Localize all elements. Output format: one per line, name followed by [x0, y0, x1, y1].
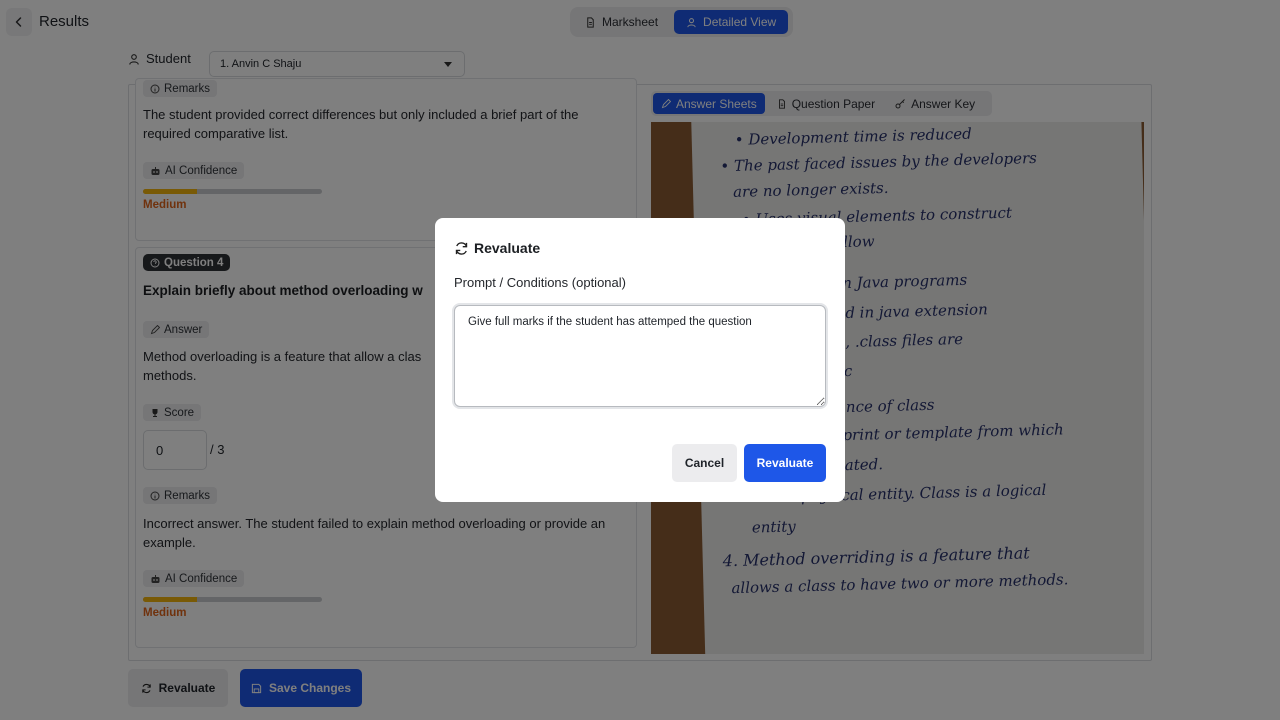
cancel-label: Cancel	[684, 456, 725, 470]
confirm-revaluate-button[interactable]: Revaluate	[744, 444, 826, 482]
dialog-title-text: Revaluate	[474, 240, 541, 256]
dialog-title: Revaluate	[454, 240, 540, 256]
revaluate-dialog: Revaluate Prompt / Conditions (optional)…	[435, 218, 845, 502]
confirm-revaluate-label: Revaluate	[756, 456, 814, 470]
refresh-icon	[455, 241, 468, 255]
prompt-label: Prompt / Conditions (optional)	[454, 275, 626, 290]
cancel-button[interactable]: Cancel	[672, 444, 737, 482]
prompt-textarea[interactable]: Give full marks if the student has attem…	[454, 305, 826, 407]
